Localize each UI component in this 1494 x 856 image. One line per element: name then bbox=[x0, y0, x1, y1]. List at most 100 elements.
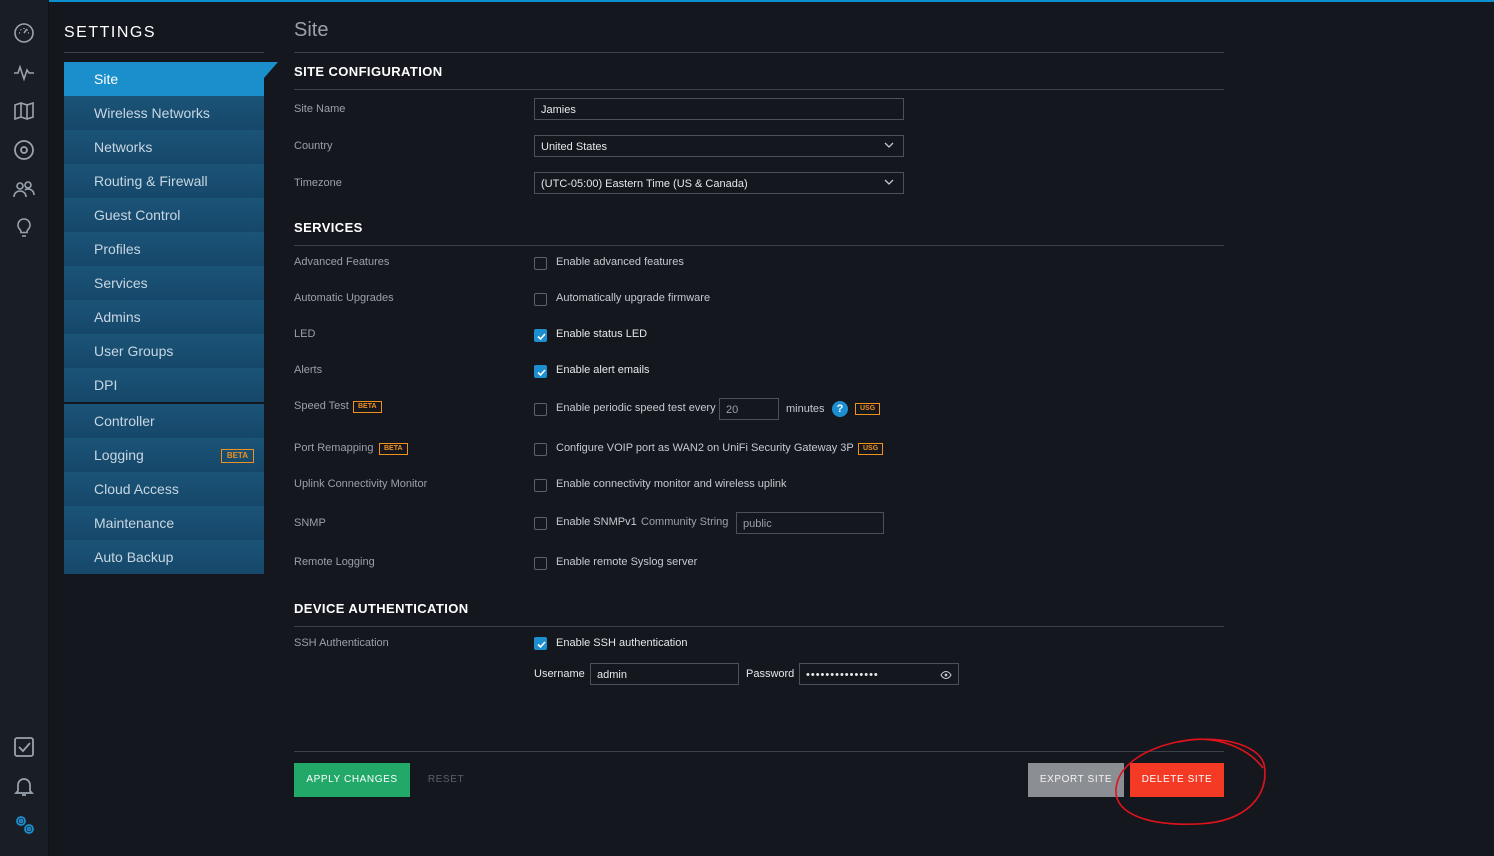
country-label: Country bbox=[294, 140, 333, 152]
automatic-upgrades-label: Automatic Upgrades bbox=[294, 292, 394, 304]
top-accent-line bbox=[0, 0, 1494, 2]
statistics-icon[interactable] bbox=[12, 60, 36, 84]
section-heading-services: SERVICES bbox=[294, 220, 363, 235]
password-label: Password bbox=[746, 668, 795, 680]
sidebar-item-auto-backup[interactable]: Auto Backup bbox=[64, 540, 264, 574]
alerts-label: Alerts bbox=[294, 364, 323, 376]
timezone-label: Timezone bbox=[294, 177, 342, 189]
icon-rail bbox=[0, 0, 49, 856]
speed-test-checkbox[interactable] bbox=[534, 403, 547, 416]
led-checkbox[interactable] bbox=[534, 329, 547, 342]
sidebar-item-label: Logging bbox=[94, 447, 144, 463]
apply-changes-button[interactable]: APPLY CHANGES bbox=[294, 763, 410, 797]
beta-badge: BETA bbox=[220, 449, 254, 463]
remote-logging-label: Remote Logging bbox=[294, 556, 375, 568]
snmp-label: SNMP bbox=[294, 517, 326, 529]
divider bbox=[294, 89, 1224, 90]
checkmark-icon bbox=[537, 641, 546, 649]
timezone-select[interactable]: (UTC-05:00) Eastern Time (US & Canada) bbox=[534, 172, 904, 194]
checkmark-icon bbox=[537, 333, 546, 341]
divider bbox=[294, 52, 1224, 53]
snmp-option: Enable SNMPv1 bbox=[556, 516, 637, 528]
country-select[interactable]: United States bbox=[534, 135, 904, 157]
beta-badge: BETA bbox=[379, 443, 408, 455]
uplink-monitor-label: Uplink Connectivity Monitor bbox=[294, 478, 428, 490]
automatic-upgrades-checkbox[interactable] bbox=[534, 293, 547, 306]
snmp-checkbox[interactable] bbox=[534, 517, 547, 530]
sidebar-item-routing-firewall[interactable]: Routing & Firewall bbox=[64, 164, 264, 198]
help-icon[interactable]: ? bbox=[832, 401, 848, 417]
sidebar-item-admins[interactable]: Admins bbox=[64, 300, 264, 334]
led-option: Enable status LED bbox=[556, 328, 648, 340]
usg-badge: USG bbox=[858, 443, 884, 455]
advanced-features-option: Enable advanced features bbox=[556, 256, 684, 268]
settings-gears-icon[interactable] bbox=[12, 813, 36, 837]
speed-test-interval-input[interactable]: 20 bbox=[719, 398, 779, 420]
snmp-community-label: Community String bbox=[641, 516, 729, 528]
divider bbox=[64, 52, 264, 53]
map-icon[interactable] bbox=[12, 99, 36, 123]
sidebar-item-networks[interactable]: Networks bbox=[64, 130, 264, 164]
sidebar-item-services[interactable]: Services bbox=[64, 266, 264, 300]
speed-test-option: Enable periodic speed test every bbox=[556, 402, 716, 414]
sidebar-item-maintenance[interactable]: Maintenance bbox=[64, 506, 264, 540]
password-value: ••••••••••••••• bbox=[806, 669, 879, 681]
sidebar-item-profiles[interactable]: Profiles bbox=[64, 232, 264, 266]
ssh-auth-label: SSH Authentication bbox=[294, 637, 389, 649]
led-label: LED bbox=[294, 328, 316, 340]
remote-logging-checkbox[interactable] bbox=[534, 557, 547, 570]
uplink-monitor-option: Enable connectivity monitor and wireless… bbox=[556, 478, 787, 490]
settings-nav: Site Wireless Networks Networks Routing … bbox=[64, 62, 278, 574]
advanced-features-checkbox[interactable] bbox=[534, 257, 547, 270]
chevron-down-icon bbox=[884, 142, 894, 148]
sidebar-item-user-groups[interactable]: User Groups bbox=[64, 334, 264, 368]
settings-title: SETTINGS bbox=[64, 24, 157, 41]
port-remapping-label: Port Remapping bbox=[294, 442, 374, 454]
alerts-checkbox[interactable] bbox=[534, 365, 547, 378]
insights-icon[interactable] bbox=[12, 216, 36, 240]
usg-badge: USG bbox=[855, 403, 881, 415]
country-value: United States bbox=[541, 141, 608, 153]
sidebar-item-controller[interactable]: Controller bbox=[64, 404, 264, 438]
port-remapping-checkbox[interactable] bbox=[534, 443, 547, 456]
ssh-auth-checkbox[interactable] bbox=[534, 637, 547, 650]
advanced-features-label: Advanced Features bbox=[294, 256, 390, 268]
tasks-icon[interactable] bbox=[12, 735, 36, 759]
divider bbox=[294, 751, 1224, 752]
section-heading-device-authentication: DEVICE AUTHENTICATION bbox=[294, 601, 469, 616]
speed-test-unit: minutes bbox=[786, 403, 825, 415]
ssh-auth-option: Enable SSH authentication bbox=[556, 637, 688, 649]
speed-test-label: Speed Test bbox=[294, 400, 349, 412]
eye-icon[interactable] bbox=[940, 669, 952, 681]
dashboard-icon[interactable] bbox=[12, 21, 36, 45]
uplink-monitor-checkbox[interactable] bbox=[534, 479, 547, 492]
sidebar-item-logging[interactable]: Logging BETA bbox=[64, 438, 264, 472]
divider bbox=[294, 626, 1224, 627]
divider bbox=[294, 245, 1224, 246]
section-heading-site-configuration: SITE CONFIGURATION bbox=[294, 64, 443, 79]
password-input[interactable]: ••••••••••••••• bbox=[799, 663, 959, 685]
sidebar-item-guest-control[interactable]: Guest Control bbox=[64, 198, 264, 232]
reset-button[interactable]: RESET bbox=[420, 763, 472, 797]
checkmark-icon bbox=[537, 369, 546, 377]
snmp-community-input[interactable]: public bbox=[736, 512, 884, 534]
sidebar-item-cloud-access[interactable]: Cloud Access bbox=[64, 472, 264, 506]
alerts-option: Enable alert emails bbox=[556, 364, 650, 376]
sidebar-item-wireless-networks[interactable]: Wireless Networks bbox=[64, 96, 264, 130]
sidebar-item-dpi[interactable]: DPI bbox=[64, 368, 264, 402]
devices-icon[interactable] bbox=[12, 138, 36, 162]
site-name-label: Site Name bbox=[294, 103, 346, 115]
sidebar-item-site[interactable]: Site bbox=[64, 62, 278, 96]
port-remapping-option: Configure VOIP port as WAN2 on UniFi Sec… bbox=[556, 442, 854, 454]
username-input[interactable]: admin bbox=[590, 663, 739, 685]
username-label: Username bbox=[534, 668, 585, 680]
automatic-upgrades-option: Automatically upgrade firmware bbox=[556, 292, 711, 304]
alerts-bell-icon[interactable] bbox=[12, 774, 36, 798]
remote-logging-option: Enable remote Syslog server bbox=[556, 556, 698, 568]
timezone-value: (UTC-05:00) Eastern Time (US & Canada) bbox=[541, 178, 748, 190]
red-annotation-circle bbox=[1115, 738, 1266, 825]
clients-icon[interactable] bbox=[12, 177, 36, 201]
chevron-down-icon bbox=[884, 179, 894, 185]
beta-badge: BETA bbox=[353, 401, 382, 413]
site-name-input[interactable]: Jamies bbox=[534, 98, 904, 120]
